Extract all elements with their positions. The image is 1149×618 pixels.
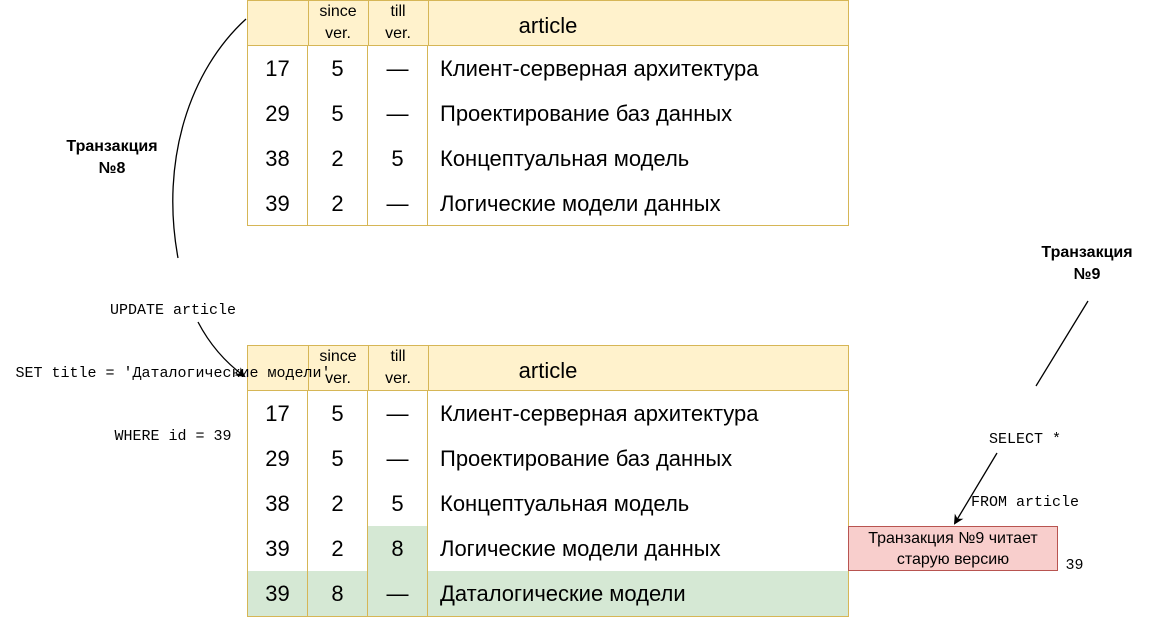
transaction-9-flow-line (1035, 300, 1089, 387)
transaction-8-flow-line (172, 18, 247, 259)
connector-arrows (172, 18, 1089, 525)
transaction-9-select-arrow (953, 452, 998, 525)
transaction-8-update-arrow (197, 321, 246, 378)
